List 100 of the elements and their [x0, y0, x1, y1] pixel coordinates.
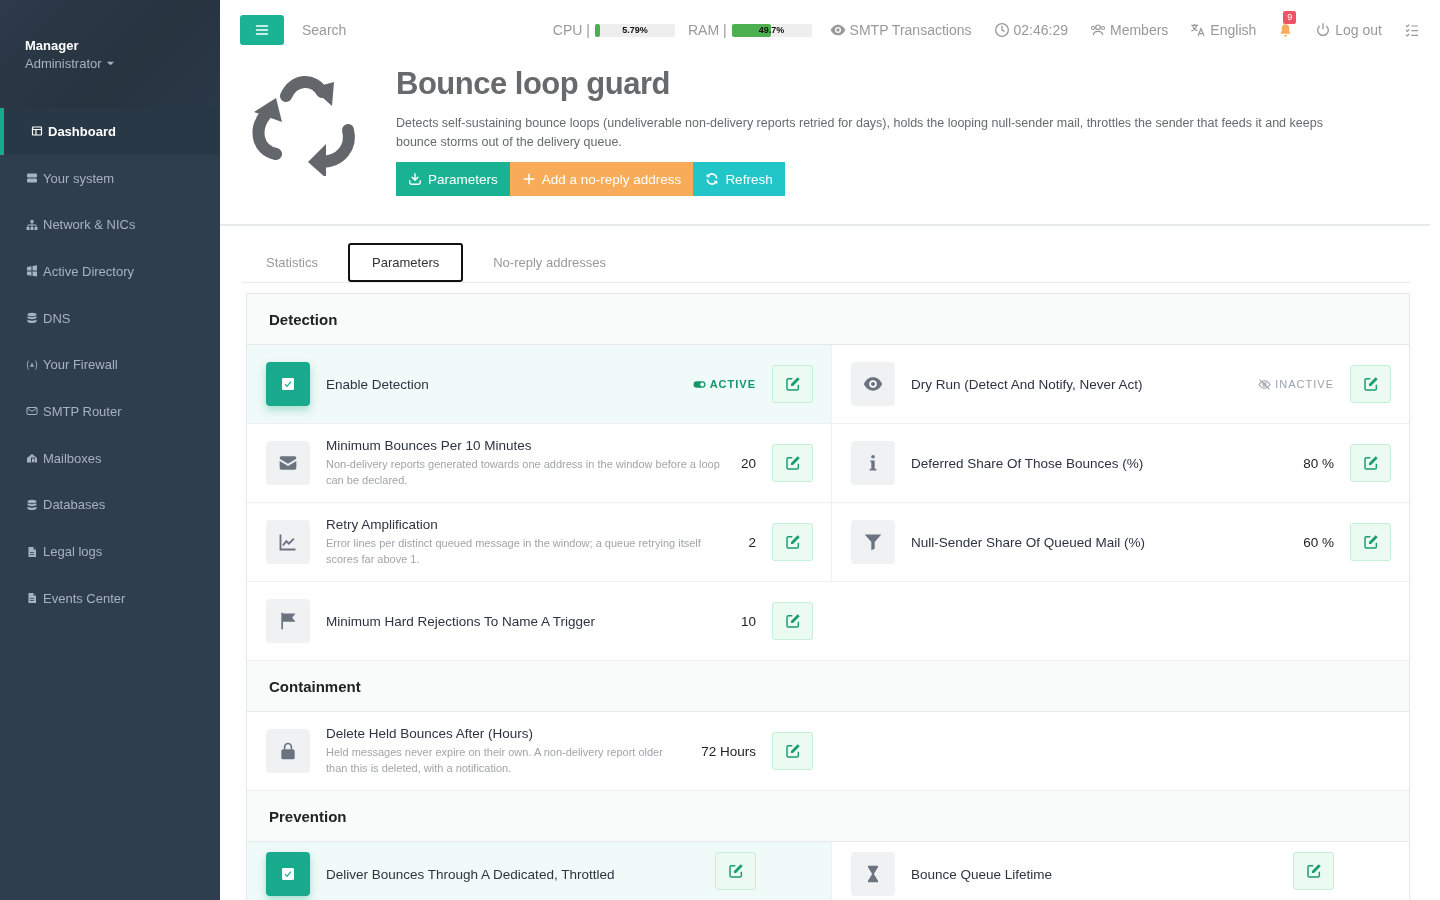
edit-button[interactable]	[772, 732, 813, 770]
setting-title: Minimum Bounces Per 10 Minutes	[326, 438, 533, 453]
lock-icon	[278, 741, 298, 761]
edit-icon	[784, 613, 801, 629]
setting-title: Retry Amplification	[326, 517, 439, 532]
nav-link[interactable]: 02:46:29	[993, 22, 1068, 38]
status-label: INACTIVE	[1258, 377, 1334, 391]
user-role-dropdown[interactable]: Administrator	[25, 55, 116, 71]
sidebar-item[interactable]: Mailboxes	[0, 434, 220, 482]
edit-icon	[784, 455, 801, 471]
edit-icon	[784, 534, 801, 550]
setting-value: 60 %	[1303, 534, 1334, 550]
status-label: ACTIVE	[692, 377, 756, 391]
menu-icon	[254, 22, 270, 38]
nav-link[interactable]: SMTP Transactions	[829, 22, 972, 38]
notification-count: 9	[1283, 10, 1297, 25]
section-title: Detection	[269, 310, 338, 328]
sidebar-item[interactable]: Network & NICs	[0, 201, 220, 249]
checkmark-icon	[280, 376, 296, 392]
setting-title: Deliver Bounces Through A Dedicated, Throttled	[326, 866, 616, 882]
nav-link[interactable]: Members	[1090, 22, 1169, 38]
envelope-icon	[26, 405, 38, 418]
checkbox[interactable]	[266, 852, 310, 896]
firewall-icon	[26, 358, 38, 371]
setting-description: Error lines per distinct queued message in the window; a queue retrying itself scores far above 1.	[326, 536, 702, 567]
user-name: Manager	[25, 37, 80, 53]
sidebar-item[interactable]: Legal logs	[0, 528, 220, 575]
sidebar-item[interactable]: SMTP Router	[0, 388, 220, 435]
line-chart-icon	[278, 532, 298, 552]
flag-icon	[278, 611, 298, 631]
tab[interactable]: No-reply addresses	[469, 243, 630, 282]
edit-button[interactable]	[1350, 523, 1391, 561]
sidebar-item[interactable]: Events Center	[0, 574, 220, 622]
edit-icon	[1362, 455, 1379, 471]
translate-icon	[1190, 22, 1207, 38]
users-icon	[1090, 22, 1106, 38]
dashboard-icon	[31, 125, 43, 138]
edit-icon	[727, 863, 744, 879]
edit-button[interactable]	[772, 365, 813, 403]
setting-value: 80 %	[1303, 455, 1334, 471]
server-icon	[26, 172, 38, 185]
tab[interactable]: Parameters	[348, 243, 464, 282]
setting-description: Non-delivery reports generated towards one address in the window before a loop can be declared.	[326, 457, 721, 488]
sidebar-item[interactable]: DNS	[0, 294, 220, 342]
edit-button[interactable]	[1350, 365, 1391, 403]
database-icon	[26, 312, 38, 325]
checklist-button[interactable]	[1404, 22, 1420, 38]
network-icon	[26, 218, 38, 231]
edit-icon	[784, 743, 801, 759]
edit-button[interactable]	[1350, 444, 1391, 482]
edit-icon	[1305, 863, 1322, 879]
setting-title: Enable Detection	[326, 376, 430, 392]
checkmark-icon	[280, 866, 296, 882]
eye-icon	[829, 22, 846, 38]
file-icon	[26, 545, 38, 558]
sidebar-item[interactable]: Dashboard	[0, 108, 220, 155]
setting-value: 20	[740, 455, 756, 471]
edit-icon	[1362, 534, 1379, 550]
sidebar-item[interactable]: Your Firewall	[0, 341, 220, 389]
edit-button[interactable]	[715, 852, 756, 890]
database-icon	[26, 498, 38, 511]
section-title: Prevention	[269, 807, 347, 825]
nav-link[interactable]: English	[1190, 22, 1257, 38]
setting-value: 72 Hours	[701, 743, 756, 759]
eye-slash-icon	[1258, 377, 1272, 391]
sidebar-item[interactable]: Your system	[0, 154, 220, 202]
setting-title: Minimum Hard Rejections To Name A Trigger	[326, 613, 597, 629]
menu-button[interactable]	[240, 15, 284, 45]
page-title: Bounce loop guard	[396, 66, 671, 102]
checklist-icon	[1404, 22, 1420, 38]
sidebar-item[interactable]: Databases	[0, 481, 220, 529]
nav-link[interactable]: Log out	[1315, 22, 1382, 38]
setting-value: 10	[740, 613, 756, 629]
mailbox-icon	[26, 452, 38, 465]
checkbox[interactable]	[266, 362, 310, 406]
page-description: Detects self-sustaining bounce loops (undeliverable non-delivery reports retried for days), holds the looping null-sender mail, throttles the sender that feeds it and keeps bounce storms out of the delivery queue.	[396, 115, 1324, 151]
setting-title: Dry Run (Detect And Notify, Never Act)	[911, 376, 1144, 392]
sidebar-item[interactable]: Active Directory	[0, 248, 220, 295]
edit-icon	[784, 376, 801, 392]
setting-title: Null-Sender Share Of Queued Mail (%)	[911, 534, 1147, 550]
edit-button[interactable]	[772, 523, 813, 561]
download-icon	[408, 172, 422, 186]
windows-icon	[26, 265, 38, 278]
edit-button[interactable]	[772, 602, 813, 640]
clock-icon	[993, 22, 1010, 38]
action-button[interactable]: Parameters	[396, 162, 510, 196]
filter-icon	[863, 532, 883, 552]
setting-title: Bounce Queue Lifetime	[911, 866, 1054, 882]
eye-icon	[863, 374, 883, 394]
meter-label: CPU |	[552, 22, 590, 38]
edit-button[interactable]	[1293, 852, 1334, 890]
meter-reading: 5.79%	[622, 25, 648, 35]
edit-button[interactable]	[772, 444, 813, 482]
plus-icon	[521, 172, 536, 186]
setting-description: Held messages never expire on their own. A non-delivery report older than this is deleted, with a notification.	[326, 745, 664, 776]
file-icon	[26, 592, 38, 605]
tab[interactable]: Statistics	[242, 243, 342, 282]
meter-label: RAM |	[687, 22, 727, 38]
edit-icon	[1362, 376, 1379, 392]
setting-title: Deferred Share Of Those Bounces (%)	[911, 455, 1145, 471]
